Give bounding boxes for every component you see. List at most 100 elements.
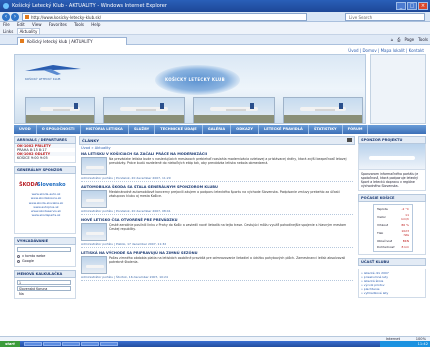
logo-caption: KOŠICKÝ LETECKÝ KLUB	[25, 77, 61, 81]
nav-odkazy[interactable]: ODKAZY	[231, 125, 259, 134]
tab-active[interactable]: Košický letecký klub | AKTUALITY	[17, 37, 127, 45]
banner-photo-1	[25, 97, 95, 123]
currency-from-select[interactable]: Slovenská Koruna	[17, 286, 71, 291]
article-thumbnail[interactable]	[81, 190, 107, 208]
weather-row: Dohľadnosť 8 km	[377, 245, 409, 249]
radio-row-web[interactable]: v tomto webe	[17, 254, 73, 258]
weather-row: Teplota -2 °C	[377, 207, 409, 211]
window-controls: _ □ ×	[396, 2, 428, 10]
weather-row: Tlak 1023 hPa	[377, 229, 409, 237]
articles-title: ČLÁNKY	[82, 138, 100, 143]
menu-file[interactable]: File	[3, 22, 10, 27]
menu-favorites[interactable]: Favorites	[49, 22, 67, 27]
tab-label: Košický letecký klub | AKTUALITY	[27, 39, 93, 44]
tools-menu[interactable]: Tools	[418, 36, 428, 44]
article-thumbnail[interactable]	[81, 157, 107, 175]
page-menu[interactable]: Page	[404, 36, 414, 44]
close-button[interactable]: ×	[418, 2, 428, 10]
sponsor-image[interactable]	[358, 144, 426, 170]
collapse-icon[interactable]	[347, 138, 352, 142]
address-input[interactable]: http://www.kosicky-letecky-klub.sk/	[22, 13, 307, 21]
window-title: Košický Letecký Klub - AKTUALITY - Windo…	[12, 3, 167, 9]
weather-row: Oblačnosť BKN	[377, 239, 409, 243]
sponsor-box: ŠKODA Slovensko www.skoda-auto.sk www.sk…	[14, 174, 76, 234]
currency-amount[interactable]: 1	[17, 280, 71, 285]
command-bar: ⌂ ⎙ Page Tools	[391, 36, 428, 44]
sponsor-logo-a[interactable]: ŠKODA	[19, 182, 39, 188]
tab-favicon-icon	[20, 39, 24, 43]
site-search-box: v tomto webe Google	[14, 245, 76, 267]
arrivals-header: ARRIVALS / DEPARTURES	[14, 136, 76, 144]
right-sidebar: SPONZOR PROJEKTU Sponzorom informačného …	[358, 136, 426, 336]
start-button[interactable]: start	[0, 341, 20, 347]
related-link[interactable]: » vyhliadkové lety	[361, 291, 423, 295]
taskbar-item[interactable]	[81, 342, 99, 346]
back-button[interactable]: ‹	[2, 13, 10, 21]
weather-table: Teplota -2 °C Vietor 11 km/h Vlhkosť 86 % T…	[373, 204, 413, 252]
article-thumbnail[interactable]	[81, 223, 107, 241]
menu-tools[interactable]: Tools	[74, 22, 84, 27]
sponsor-link[interactable]: www.skodaparts.sk	[19, 213, 73, 217]
site-favicon-icon	[25, 15, 29, 19]
currency-to-label: Na	[19, 292, 24, 296]
menu-view[interactable]: View	[32, 22, 42, 27]
system-tray: 11:42	[380, 341, 430, 347]
flight-row-2: KOŠICE 9:00 9:05	[17, 156, 48, 160]
banner-title: KOŠICKÝ LETECKÝ KLUB	[165, 77, 225, 82]
breadcrumb[interactable]: Úvod » Aktuality	[79, 145, 355, 151]
sponsor-header: GENERÁLNY SPONZOR	[14, 166, 76, 174]
menu-edit[interactable]: Edit	[17, 22, 25, 27]
taskbar-item[interactable]	[62, 342, 80, 346]
search-placeholder: Live Search	[349, 15, 373, 20]
links-bar: Links Aktuality	[0, 28, 430, 35]
header-banner: KOŠICKÝ LETECKÝ KLUB KOŠICKÝ LETECKÝ KLU…	[14, 54, 366, 124]
article-title[interactable]: LETISKÁ NA VÝCHODE SA PRIPRAVUJÚ NA ZIMN…	[81, 251, 353, 255]
club-logo-icon	[25, 65, 81, 75]
radio-google-label: Google	[22, 259, 34, 263]
radio-row-google[interactable]: Google	[17, 259, 73, 263]
ie-icon	[3, 3, 9, 9]
article-meta: Administrátor portálu | Piatok, 17 decem…	[81, 242, 353, 248]
nav-forum[interactable]: FÓRUM	[343, 125, 369, 134]
print-icon[interactable]: ⎙	[397, 36, 400, 44]
taskbar-item[interactable]	[43, 342, 61, 346]
taskbar-item[interactable]	[24, 342, 42, 346]
article-meta: Administrátor portálu | Štvrtok, 16 dece…	[81, 275, 353, 281]
tab-bar: Košický letecký klub | AKTUALITY ⌂ ⎙ Pag…	[0, 35, 430, 45]
sponsor-description: Sponzorom informačného portálu je spoloč…	[358, 170, 426, 191]
maximize-button[interactable]: □	[407, 2, 417, 10]
home-icon[interactable]: ⌂	[391, 36, 394, 44]
radio-google[interactable]	[17, 259, 20, 263]
search-input[interactable]: Live Search	[345, 13, 425, 21]
article-title[interactable]: AUTOMOBILKA ŠKODA SA STALA GENERÁLNYM SP…	[81, 185, 353, 189]
radio-web[interactable]	[17, 254, 20, 258]
weather-row: Vietor 11 km/h	[377, 213, 409, 221]
links-item-aktuality[interactable]: Aktuality	[16, 28, 41, 35]
taskbar-item[interactable]	[100, 342, 118, 346]
web-page: Úvod | Domov | Mapa lokalít | Kontakt KO…	[0, 46, 430, 336]
nav-historia[interactable]: HISTÓRIA LETISKA	[81, 125, 129, 134]
forward-button[interactable]: ›	[11, 13, 19, 21]
nav-letecke-pravidla[interactable]: LETECKÉ PRAVIDLÁ	[259, 125, 309, 134]
article-thumbnail[interactable]	[81, 256, 107, 274]
related-links: » letecké dni 2007 » prieskumné lety » l…	[358, 269, 426, 298]
banner-photo-4	[283, 97, 363, 123]
currency-box: 1 Slovenská Koruna Na	[14, 278, 76, 299]
nav-uvod[interactable]: ÚVOD	[14, 125, 37, 134]
article-title[interactable]: NA LETISKU V KOŠICIACH SA ZAČALI PRÁCE N…	[81, 152, 353, 156]
minimize-button[interactable]: _	[396, 2, 406, 10]
nav-galeria[interactable]: GALÉRIA	[203, 125, 232, 134]
article-text: Počas zimného obdobia platia na letiskác…	[109, 256, 346, 264]
top-links[interactable]: Úvod | Domov | Mapa lokalít | Kontakt	[348, 48, 424, 53]
nav-statistiky[interactable]: ŠTATISTIKY	[309, 125, 343, 134]
main-navigation: ÚVOD O SPOLOČNOSTI HISTÓRIA LETISKA SLUŽ…	[14, 125, 426, 134]
nav-o-spolocnosti[interactable]: O SPOLOČNOSTI	[37, 125, 81, 134]
menu-help[interactable]: Help	[91, 22, 100, 27]
nav-technicke-udaje[interactable]: TECHNICKÉ ÚDAJE	[155, 125, 203, 134]
article-title[interactable]: NOVÉ LETISKO ČSA OTVORENÉ PRE PREVÁDZKU	[81, 218, 353, 222]
search-header: VYHĽADÁVANIE	[14, 237, 76, 245]
sponsor-logo-b[interactable]: Slovensko	[37, 182, 66, 188]
nav-sluzby[interactable]: SLUŽBY	[129, 125, 156, 134]
site-search-input[interactable]	[17, 247, 71, 252]
taskbar: start 11:42	[0, 341, 430, 347]
